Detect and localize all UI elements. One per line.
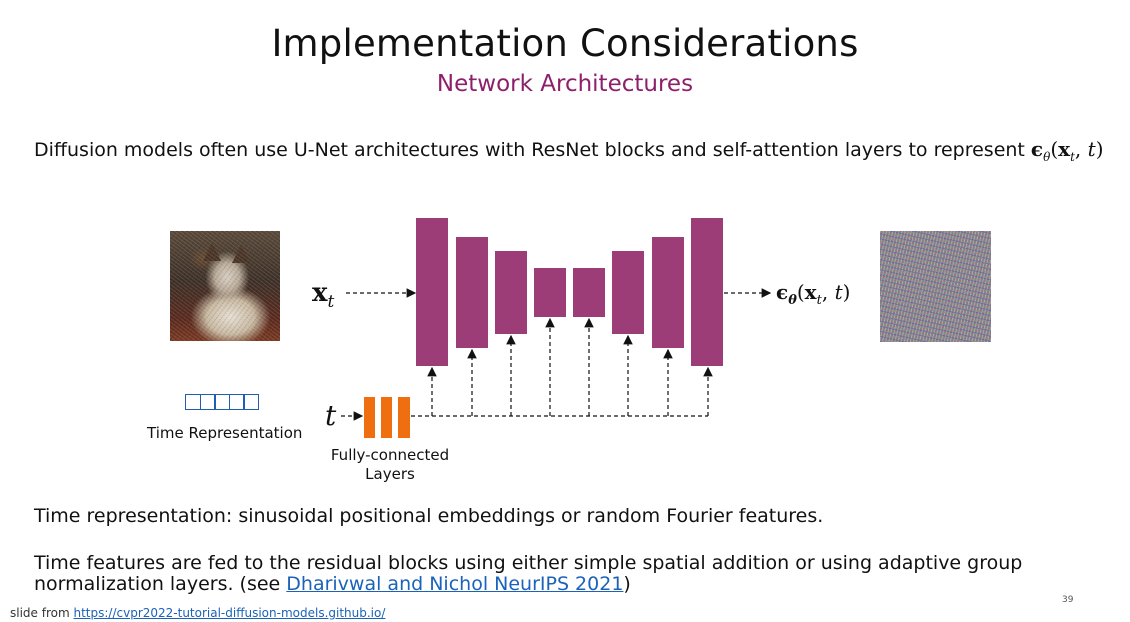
footer-credit: slide from https://cvpr2022-tutorial-dif… — [10, 606, 385, 620]
p2-end: ) — [623, 573, 631, 595]
fc-layer-3 — [398, 397, 410, 438]
page-number: 39 — [1062, 595, 1074, 605]
fc-label-line2: Layers — [365, 465, 415, 483]
time-features-paragraph: Time features are fed to the residual bl… — [34, 553, 1094, 595]
encoder-block-3 — [495, 251, 527, 334]
input-label: xt — [312, 278, 335, 312]
bottleneck-block-1 — [534, 268, 566, 317]
time-representation-paragraph: Time representation: sinusoidal position… — [34, 505, 824, 527]
unet-diagram: xt ϵθ(xt, t) t — [312, 218, 850, 438]
time-representation-vector — [185, 394, 259, 410]
decoder-block-2 — [652, 237, 684, 348]
fc-layers — [364, 397, 410, 438]
reference-link[interactable]: Dharivwal and Nichol NeurIPS 2021 — [286, 573, 623, 595]
fc-layers-label: Fully-connected Layers — [320, 446, 460, 484]
encoder-block-2 — [456, 237, 488, 348]
output-label: ϵθ(xt, t) — [776, 280, 850, 308]
time-representation-label: Time Representation — [147, 424, 303, 442]
footer-prefix: slide from — [10, 606, 74, 620]
time-symbol: t — [325, 399, 337, 432]
decoder-block-1 — [612, 251, 644, 334]
unet-blocks — [416, 218, 723, 366]
fc-layer-2 — [381, 397, 392, 438]
fc-label-line1: Fully-connected — [330, 446, 450, 464]
decoder-block-3 — [691, 218, 723, 366]
fc-layer-1 — [364, 397, 375, 438]
source-link[interactable]: https://cvpr2022-tutorial-diffusion-mode… — [73, 606, 385, 620]
encoder-block-1 — [416, 218, 448, 366]
bottleneck-block-2 — [573, 268, 605, 317]
